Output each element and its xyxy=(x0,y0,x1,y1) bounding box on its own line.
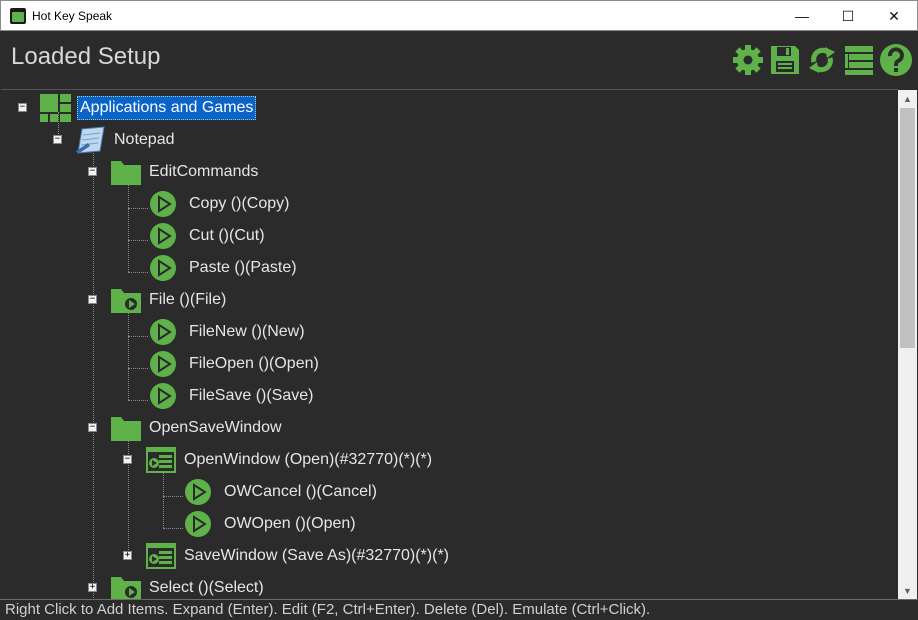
folder-icon xyxy=(111,161,141,185)
tree-node-owcancel[interactable]: OWCancel ()(Cancel) xyxy=(184,476,379,508)
play-command-icon xyxy=(150,351,176,377)
window-context-icon xyxy=(146,543,176,569)
tree-node-label: EditCommands xyxy=(149,163,259,180)
tree-node-file[interactable]: File ()(File) xyxy=(109,284,228,316)
tree-node-label: OWCancel ()(Cancel) xyxy=(224,483,377,500)
tree-node-label: SaveWindow (Save As)(#32770)(*)(*) xyxy=(184,547,449,564)
play-command-icon xyxy=(150,255,176,281)
tree-node-copy[interactable]: Copy ()(Copy) xyxy=(149,188,291,220)
tree-node-label: Notepad xyxy=(114,131,175,148)
scroll-down-button[interactable]: ▼ xyxy=(898,582,917,599)
header: Loaded Setup xyxy=(0,31,918,89)
collapse-toggle[interactable]: − xyxy=(88,167,97,176)
tree-node-label: Copy ()(Copy) xyxy=(189,195,290,212)
play-command-icon xyxy=(150,383,176,409)
play-command-icon xyxy=(185,479,211,505)
maximize-button[interactable]: ☐ xyxy=(825,1,871,31)
tree-node-label: Cut ()(Cut) xyxy=(189,227,265,244)
tree-node-label: FileSave ()(Save) xyxy=(189,387,314,404)
play-command-icon xyxy=(150,319,176,345)
status-text: Right Click to Add Items. Expand (Enter)… xyxy=(5,601,651,618)
tree-node-paste[interactable]: Paste ()(Paste) xyxy=(149,252,299,284)
close-icon: ✕ xyxy=(888,7,900,24)
tree-node-label: FileOpen ()(Open) xyxy=(189,355,319,372)
play-command-icon xyxy=(150,223,176,249)
tree-node-label: OpenSaveWindow xyxy=(149,419,282,436)
scroll-up-button[interactable]: ▲ xyxy=(898,90,917,107)
tree-node-label: OpenWindow (Open)(#32770)(*)(*) xyxy=(184,451,433,468)
tree-node-label: Select ()(Select) xyxy=(149,579,264,596)
window-titlebar: Hot Key Speak — ☐ ✕ xyxy=(0,0,918,31)
tree-node-label: FileNew ()(New) xyxy=(189,323,305,340)
folder-icon xyxy=(111,417,141,441)
vertical-scrollbar[interactable]: ▲ ▼ xyxy=(898,90,917,599)
refresh-icon[interactable] xyxy=(805,43,839,77)
collapse-toggle[interactable]: − xyxy=(18,103,27,112)
play-command-icon xyxy=(150,191,176,217)
collapse-toggle[interactable]: − xyxy=(88,423,97,432)
folder-play-icon xyxy=(111,577,141,600)
minimize-icon: — xyxy=(795,8,809,24)
settings-gear-icon[interactable] xyxy=(731,43,765,77)
window-title: Hot Key Speak xyxy=(32,9,113,23)
tree-node-filenew[interactable]: FileNew ()(New) xyxy=(149,316,307,348)
tree-node-openwindow[interactable]: OpenWindow (Open)(#32770)(*)(*) xyxy=(144,444,434,476)
close-button[interactable]: ✕ xyxy=(871,1,917,31)
scrollbar-thumb[interactable] xyxy=(900,108,915,348)
tree-node-label: File ()(File) xyxy=(149,291,227,308)
expand-toggle[interactable]: + xyxy=(123,551,132,560)
notepad-icon xyxy=(76,126,105,154)
list-icon[interactable] xyxy=(842,43,876,77)
tree-node-owopen[interactable]: OWOpen ()(Open) xyxy=(184,508,358,540)
tree-node-savewindow[interactable]: SaveWindow (Save As)(#32770)(*)(*) xyxy=(144,540,451,572)
app-icon xyxy=(10,8,26,24)
tree-node-filesave[interactable]: FileSave ()(Save) xyxy=(149,380,315,412)
collapse-toggle[interactable]: − xyxy=(123,455,132,464)
help-icon[interactable] xyxy=(879,43,913,77)
tree-node-cut[interactable]: Cut ()(Cut) xyxy=(149,220,267,252)
tree-node-opensavewindow[interactable]: OpenSaveWindow xyxy=(109,412,284,444)
status-bar: Right Click to Add Items. Expand (Enter)… xyxy=(0,599,918,620)
setup-tree[interactable]: − Applications and Games − Notepad − Edi… xyxy=(1,89,898,600)
tree-node-applications[interactable]: Applications and Games xyxy=(39,92,257,124)
page-title: Loaded Setup xyxy=(11,43,161,70)
window-context-icon xyxy=(146,447,176,473)
minimize-button[interactable]: — xyxy=(779,1,825,31)
collapse-toggle[interactable]: − xyxy=(53,135,62,144)
arrow-down-icon: ▼ xyxy=(903,585,912,596)
play-command-icon xyxy=(185,511,211,537)
tree-node-label: Applications and Games xyxy=(77,96,257,120)
tree-node-label: OWOpen ()(Open) xyxy=(224,515,356,532)
tree-node-editcommands[interactable]: EditCommands xyxy=(109,156,260,188)
collapse-toggle[interactable]: − xyxy=(88,295,97,304)
tree-node-select[interactable]: Select ()(Select) xyxy=(109,572,266,600)
folder-play-icon xyxy=(111,289,141,313)
applications-grid-icon xyxy=(40,94,71,122)
save-disk-icon[interactable] xyxy=(768,43,802,77)
arrow-up-icon: ▲ xyxy=(903,93,912,104)
expand-toggle[interactable]: + xyxy=(88,583,97,592)
tree-node-label: Paste ()(Paste) xyxy=(189,259,297,276)
tree-node-notepad[interactable]: Notepad xyxy=(74,124,177,156)
tree-node-fileopen[interactable]: FileOpen ()(Open) xyxy=(149,348,321,380)
maximize-icon: ☐ xyxy=(841,7,855,24)
